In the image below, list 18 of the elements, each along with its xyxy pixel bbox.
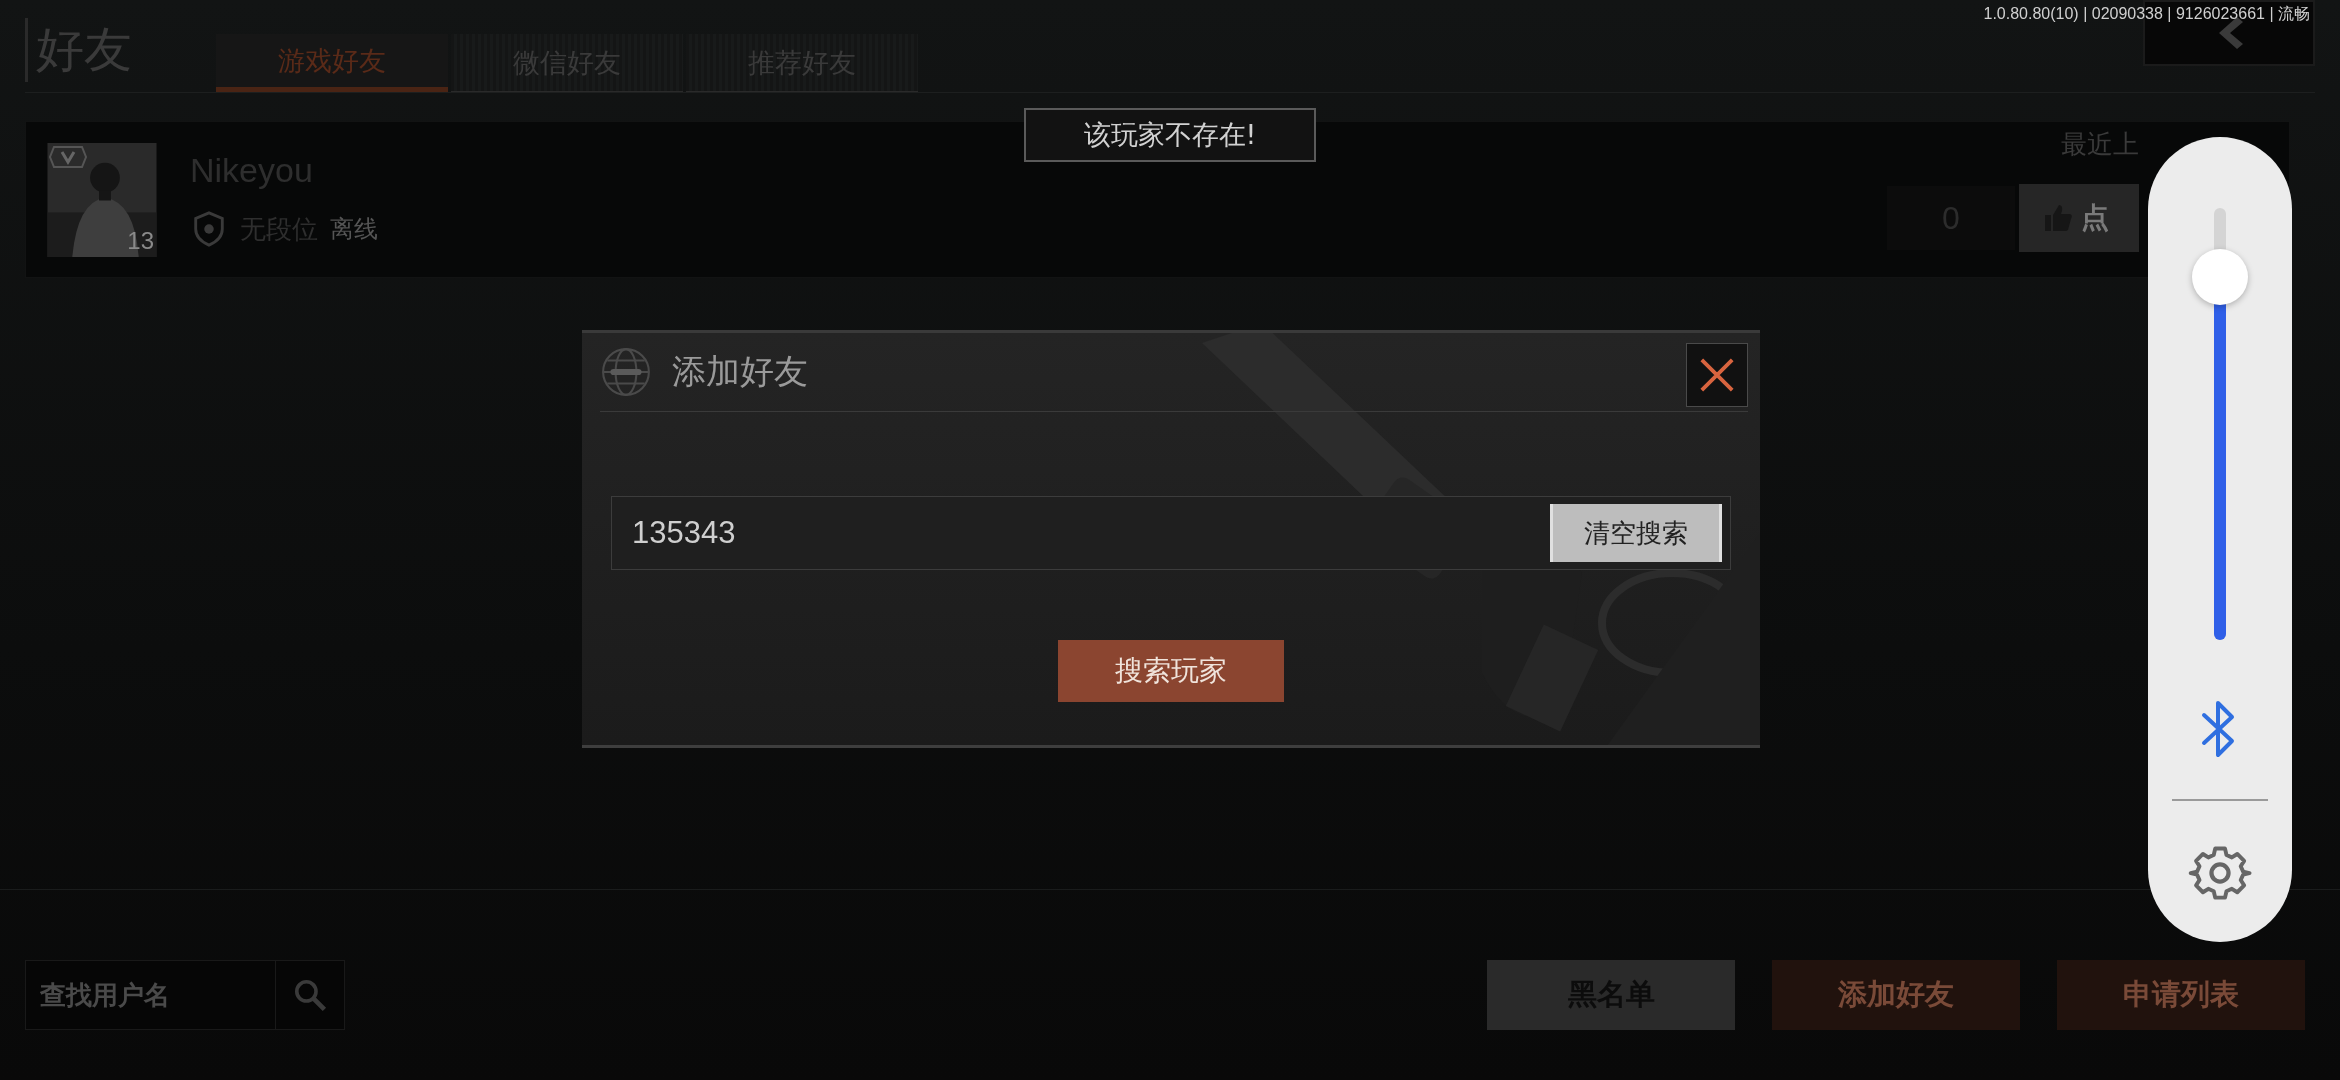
- badge-icon: [48, 144, 88, 169]
- version-info: 1.0.80.80(10) | 02090338 | 9126023661 | 流畅: [1983, 4, 2310, 24]
- search-field[interactable]: 查找用户名: [25, 960, 275, 1030]
- dialog-title: 添加好友: [672, 350, 808, 393]
- tab[interactable]: 游戏好友: [216, 34, 448, 92]
- globe-icon: [600, 346, 652, 398]
- search-player-button[interactable]: 搜索玩家: [1058, 640, 1284, 702]
- bottom-button[interactable]: 申请列表: [2057, 960, 2305, 1030]
- search-icon: [292, 977, 328, 1013]
- level-number: 13: [127, 226, 154, 255]
- close-icon: [1698, 356, 1736, 394]
- online-status: 离线: [330, 214, 378, 245]
- bottom-button[interactable]: 添加好友: [1772, 960, 2020, 1030]
- close-button[interactable]: [1686, 343, 1748, 407]
- clear-search-button[interactable]: 清空搜索: [1550, 504, 1722, 562]
- toast-message: 该玩家不存在!: [1024, 108, 1316, 162]
- like-button[interactable]: 点: [2019, 184, 2139, 252]
- slider-thumb[interactable]: [2192, 249, 2248, 306]
